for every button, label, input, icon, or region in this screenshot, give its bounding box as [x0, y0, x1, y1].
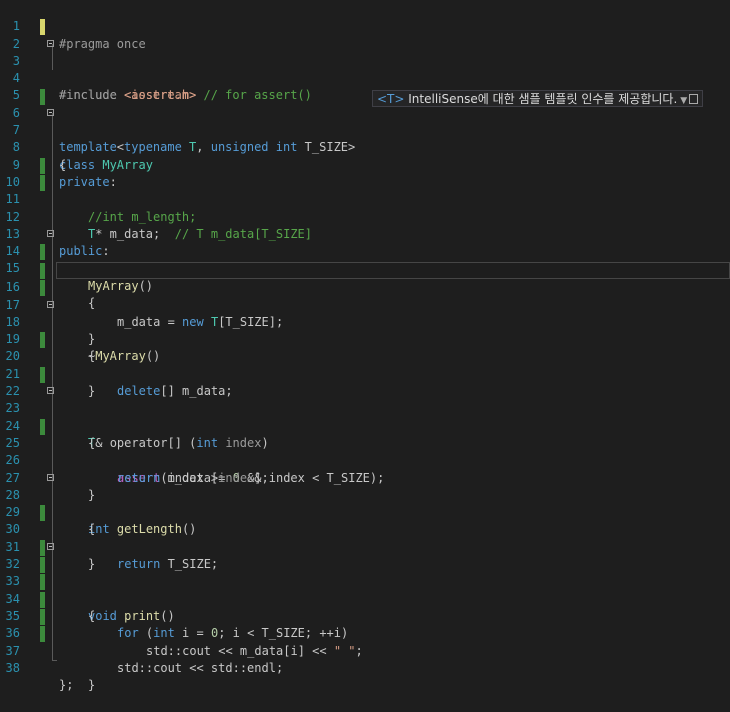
change-marker-saved	[40, 418, 45, 435]
code-line-26[interactable]: 26 return m_data[index];	[0, 435, 730, 484]
hint-tag: <T>	[377, 92, 405, 106]
hint-text: IntelliSense에 대한 샘플 템플릿 인수를 제공합니다.	[404, 92, 678, 106]
code-editor[interactable]: 1 #pragma once 2 3 #include <assert.h> /…	[0, 0, 730, 692]
code-line-11[interactable]: 11 T* m_data; // T m_data[T_SIZE]	[0, 174, 730, 241]
code-line-19[interactable]: 19 {	[0, 314, 730, 363]
line-number: 38	[5, 660, 20, 675]
code-line-36[interactable]: 36 std::cout << std::endl;	[0, 608, 730, 675]
change-marker-saved	[40, 175, 45, 191]
code-line-30[interactable]: 30 return T_SIZE;	[0, 504, 730, 571]
brace: }	[88, 678, 96, 693]
change-marker-unsaved	[40, 19, 45, 36]
code-line-10[interactable]: 10 //int m_length;	[0, 157, 730, 224]
change-marker-saved	[40, 626, 45, 643]
change-marker-saved	[40, 609, 45, 625]
change-marker-saved	[40, 557, 45, 574]
change-marker-saved	[40, 539, 45, 556]
code-line-35[interactable]: 35 std::cout << m_data[i] << " ";	[0, 591, 730, 658]
change-marker-saved	[40, 244, 45, 261]
code-line-28[interactable]: 28 int getLength()	[0, 470, 730, 536]
code-line-22[interactable]: 22	[0, 366, 730, 398]
change-marker-saved	[40, 505, 45, 522]
code-line-4[interactable]: 4 #include <iostream>	[0, 53, 730, 102]
code-line-8[interactable]: 8 {	[0, 122, 730, 171]
collapse-minus-icon[interactable]	[47, 229, 54, 237]
code-line-38[interactable]: 38 };	[0, 643, 730, 692]
code-line-32[interactable]: 32 void print()	[0, 539, 730, 623]
code-line-9[interactable]: 9 private:	[0, 139, 730, 189]
code-line-31[interactable]: 31 }	[0, 522, 730, 571]
chevron-down-icon[interactable]: ▼	[680, 96, 687, 106]
collapse-minus-icon[interactable]	[47, 387, 54, 395]
change-marker-saved	[40, 263, 45, 279]
code-line-21[interactable]: 21 }	[0, 349, 730, 398]
code-line-12[interactable]: 12	[0, 191, 730, 224]
change-marker-saved	[40, 574, 45, 591]
code-line-2[interactable]: 2	[0, 18, 730, 51]
window-icon[interactable]	[689, 94, 699, 104]
code-line-25[interactable]: 25 assert(index >= 0 && index < T_SIZE);	[0, 418, 730, 485]
code-line-18[interactable]: 18 ~MyArray()	[0, 297, 730, 363]
code-line-14[interactable]: 14 MyArray()	[0, 226, 730, 293]
collapse-minus-icon[interactable]	[47, 473, 54, 481]
code-line-27[interactable]: 27 }	[0, 452, 730, 502]
code-line-37[interactable]: 37 }	[0, 625, 730, 692]
code-line-17[interactable]: 17 }	[0, 279, 730, 346]
outline-guide-end	[52, 660, 57, 661]
code-line-3[interactable]: 3 #include <assert.h> // for assert()	[0, 36, 730, 102]
brace: };	[59, 678, 74, 693]
code-line-24[interactable]: 24 {	[0, 400, 730, 450]
code-line-20[interactable]: 20 delete[] m_data;	[0, 331, 730, 398]
change-marker-saved	[40, 366, 45, 383]
code-line-15[interactable]: 15 {	[0, 243, 730, 310]
collapse-minus-icon[interactable]	[47, 39, 54, 47]
code-line-5[interactable]: 5	[0, 70, 730, 102]
intellisense-template-hint[interactable]: <T> IntelliSense에 대한 샘플 템플릿 인수를 제공합니다. ▼	[372, 90, 704, 107]
change-marker-saved	[40, 88, 45, 105]
code-line-16[interactable]: 16 m_data = new T[T_SIZE];	[0, 262, 730, 329]
code-line-34[interactable]: 34 for (int i = 0; i < T_SIZE; ++i)	[0, 573, 730, 640]
code-line-13[interactable]: 13 public:	[0, 209, 730, 258]
change-marker-saved	[40, 280, 45, 297]
change-marker-saved	[40, 591, 45, 608]
code-line-23[interactable]: 23 T& operator[] (int index)	[0, 383, 730, 450]
collapse-minus-icon[interactable]	[47, 108, 54, 116]
code-line-1[interactable]: 1 #pragma once	[0, 1, 730, 50]
code-line-29[interactable]: 29 {	[0, 487, 730, 536]
code-line-33[interactable]: 33 {	[0, 556, 730, 623]
collapse-minus-icon[interactable]	[47, 300, 54, 308]
collapse-minus-icon[interactable]	[47, 542, 54, 550]
change-marker-saved	[40, 332, 45, 349]
change-marker-saved	[40, 157, 45, 174]
